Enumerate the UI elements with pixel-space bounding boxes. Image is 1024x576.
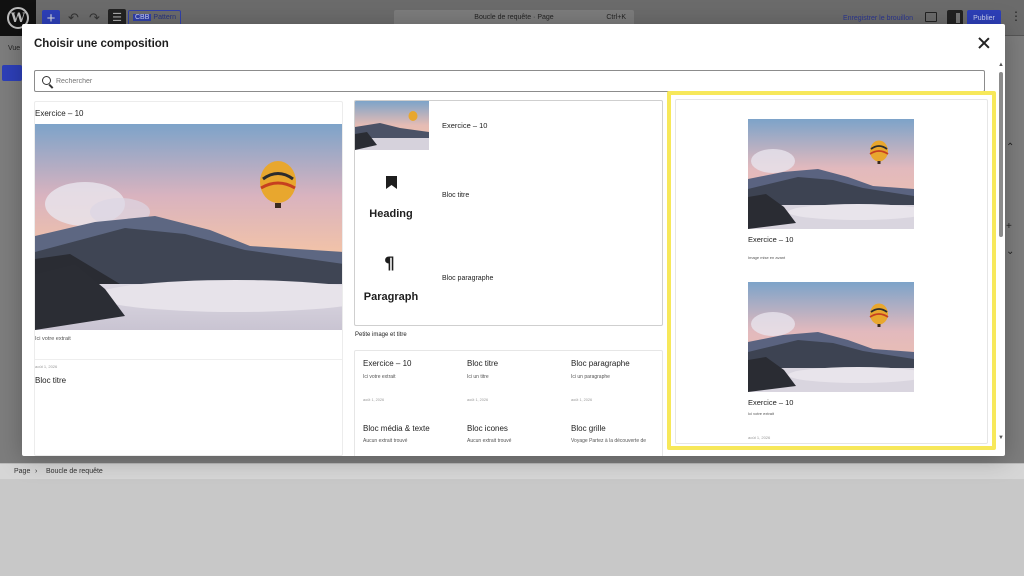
grid-item-title: Bloc titre bbox=[467, 359, 499, 368]
grid-item-sub: Ici un paragraphe bbox=[571, 374, 610, 380]
more-options-icon[interactable]: ⋮ bbox=[1010, 9, 1022, 23]
pattern-date: août 1, 2026 bbox=[35, 364, 58, 369]
grid-item-title: Exercice – 10 bbox=[363, 359, 412, 368]
left-panel-button[interactable] bbox=[2, 65, 22, 81]
featured-image bbox=[35, 124, 342, 330]
grid-item-title: Bloc grille bbox=[571, 424, 606, 433]
pattern-card-1[interactable]: Exercice – 10 Ici votre extrait août 1, … bbox=[34, 101, 343, 456]
grid-item-sub: Aucun extrait trouvé bbox=[467, 438, 512, 444]
grid-item-sub: Aucun extrait trouvé bbox=[363, 438, 408, 444]
post-date: août 1, 2026 bbox=[748, 435, 771, 440]
pattern-chooser-modal: Choisir une composition Exercice – 10 bbox=[22, 24, 1005, 456]
pattern-excerpt: Ici votre extrait bbox=[35, 336, 71, 342]
grid-item-date: août 1, 2026 bbox=[467, 398, 489, 402]
search-input[interactable] bbox=[56, 71, 976, 91]
heading-block-label: Heading bbox=[369, 208, 413, 220]
small-featured-image bbox=[355, 101, 429, 150]
breadcrumb-separator: › bbox=[35, 468, 38, 475]
preview-icon[interactable] bbox=[925, 12, 937, 22]
grid-item-date: août 1, 2026 bbox=[571, 398, 593, 402]
scrollbar-thumb[interactable] bbox=[999, 72, 1003, 237]
row-title: Exercice – 10 bbox=[442, 121, 488, 130]
grid-item-sub: Ici un titre bbox=[467, 374, 489, 380]
grid-item-sub: Voyage Partez à la découverte de bbox=[571, 438, 647, 444]
breadcrumb: Page › Boucle de requête bbox=[0, 463, 1024, 479]
pattern-card-2[interactable]: Exercice – 10 Heading Bloc titre ¶ Parag… bbox=[354, 100, 663, 326]
search-field[interactable] bbox=[34, 70, 985, 92]
featured-image bbox=[748, 282, 914, 392]
breadcrumb-query-loop[interactable]: Boucle de requête bbox=[46, 468, 103, 475]
save-draft-button[interactable]: Enregistrer le brouillon bbox=[843, 15, 913, 22]
post-title: Exercice – 10 bbox=[748, 235, 794, 244]
grid-item-sub: Ici votre extrait bbox=[363, 374, 396, 380]
close-icon[interactable] bbox=[977, 36, 991, 50]
chevron-up-icon[interactable]: ⌃ bbox=[1006, 142, 1014, 153]
pattern-second-title: Bloc titre bbox=[35, 376, 67, 385]
paragraph-icon: ¶ bbox=[384, 254, 395, 274]
featured-image-caption: Image mise en avant bbox=[748, 255, 786, 260]
left-tab-label[interactable]: Vue bbox=[8, 45, 20, 52]
grid-item-title: Bloc icones bbox=[467, 424, 508, 433]
search-icon bbox=[42, 76, 51, 85]
pattern-card-4[interactable]: Exercice – 10 Image mise en avant Exerci… bbox=[675, 99, 988, 444]
scroll-down-icon[interactable]: ▼ bbox=[998, 435, 1004, 441]
post-title: Exercice – 10 bbox=[748, 398, 794, 407]
pattern-post-title: Exercice – 10 bbox=[35, 109, 84, 118]
paragraph-block-desc: Bloc paragraphe bbox=[442, 275, 494, 282]
pattern-caption: Petite image et titre bbox=[355, 332, 407, 338]
featured-image bbox=[748, 119, 914, 229]
breadcrumb-page[interactable]: Page bbox=[14, 468, 30, 475]
grid-item-title: Bloc média & texte bbox=[363, 424, 430, 433]
post-excerpt: Ici votre extrait bbox=[748, 411, 775, 416]
cbb-prefix: CBB bbox=[133, 14, 152, 21]
grid-item-date: août 1, 2026 bbox=[363, 398, 385, 402]
plus-icon[interactable]: + bbox=[1006, 221, 1012, 232]
divider bbox=[35, 359, 342, 360]
scroll-up-icon[interactable]: ▲ bbox=[998, 62, 1004, 68]
paragraph-block-label: Paragraph bbox=[363, 291, 419, 303]
heading-block-desc: Bloc titre bbox=[442, 192, 470, 199]
screen-bottom-area bbox=[0, 480, 1024, 576]
chevron-down-icon[interactable]: ⌄ bbox=[1006, 246, 1014, 257]
grid-item-title: Bloc paragraphe bbox=[571, 359, 630, 368]
modal-title: Choisir une composition bbox=[34, 38, 169, 50]
pattern-badge-label: Pattern bbox=[153, 14, 176, 21]
pattern-card-3[interactable]: Exercice – 10 Ici votre extrait août 1, … bbox=[354, 350, 663, 456]
bookmark-icon bbox=[386, 176, 397, 189]
